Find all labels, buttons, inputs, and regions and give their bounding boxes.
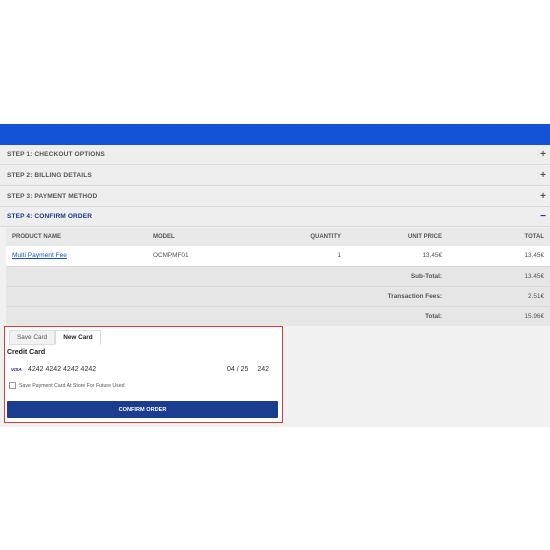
collapse-icon: − (540, 210, 546, 222)
col-quantity: Quantity (267, 228, 347, 246)
step-billing-details[interactable]: Step 2: Billing Details + (0, 166, 550, 186)
payment-form: Save Card New Card Credit Card VISA 4242… (4, 326, 283, 423)
card-input-field[interactable]: VISA 4242 4242 4242 4242 04 / 25 242 (7, 361, 275, 377)
order-table: Product Name Model Quantity Unit Price T… (6, 228, 550, 326)
col-product-name: Product Name (6, 228, 147, 246)
table-row: Multi Payment Fee OCMPMF01 1 13.45€ 13.4… (6, 246, 550, 266)
tab-save-card[interactable]: Save Card (9, 330, 56, 345)
top-bar (0, 124, 550, 145)
step-label: Step 4: Confirm Order (7, 213, 93, 220)
subtotal-row: Sub-Total: 13.45€ (6, 265, 550, 286)
expand-icon: + (540, 190, 546, 202)
payment-tabs: Save Card New Card (9, 330, 101, 345)
step-payment-method[interactable]: Step 3: Payment Method + (0, 187, 550, 207)
product-link[interactable]: Multi Payment Fee (12, 252, 67, 259)
quantity-cell: 1 (267, 246, 347, 266)
save-card-label: Save Payment Card At Store For Future Us… (19, 382, 125, 389)
step-checkout-options[interactable]: Step 1: Checkout Options + (0, 145, 550, 165)
step-label: Step 1: Checkout Options (7, 151, 105, 158)
visa-icon: VISA (11, 366, 22, 372)
card-cvc-input[interactable]: 242 (253, 366, 269, 373)
save-card-checkbox[interactable] (9, 382, 16, 389)
col-model: Model (147, 228, 267, 246)
step-label: Step 2: Billing Details (7, 172, 92, 179)
credit-card-title: Credit Card (7, 349, 46, 356)
transaction-fees-row: Transaction Fees: 2.51€ (6, 285, 550, 306)
total-value: 15.96€ (448, 305, 550, 326)
subtotal-label: Sub-Total: (6, 265, 448, 286)
step-label: Step 3: Payment Method (7, 193, 98, 200)
total-cell: 13.45€ (448, 246, 550, 266)
transaction-fees-label: Transaction Fees: (6, 285, 448, 306)
confirm-order-button[interactable]: Confirm Order (7, 401, 278, 418)
unit-price-cell: 13.45€ (347, 246, 448, 266)
total-label: Total: (6, 305, 448, 326)
expand-icon: + (540, 169, 546, 181)
step-confirm-order[interactable]: Step 4: Confirm Order − (0, 207, 550, 227)
card-expiry-input[interactable]: 04 / 25 (227, 366, 253, 373)
save-card-option: Save Payment Card At Store For Future Us… (9, 382, 125, 389)
transaction-fees-value: 2.51€ (448, 285, 550, 306)
expand-icon: + (540, 148, 546, 160)
tab-new-card[interactable]: New Card (55, 330, 101, 345)
card-number-input[interactable]: 4242 4242 4242 4242 (28, 366, 227, 373)
col-total: Total (448, 228, 550, 246)
col-unit-price: Unit Price (347, 228, 448, 246)
total-row: Total: 15.96€ (6, 305, 550, 326)
model-cell: OCMPMF01 (147, 246, 267, 266)
subtotal-value: 13.45€ (448, 265, 550, 286)
product-name-cell: Multi Payment Fee (6, 246, 147, 266)
